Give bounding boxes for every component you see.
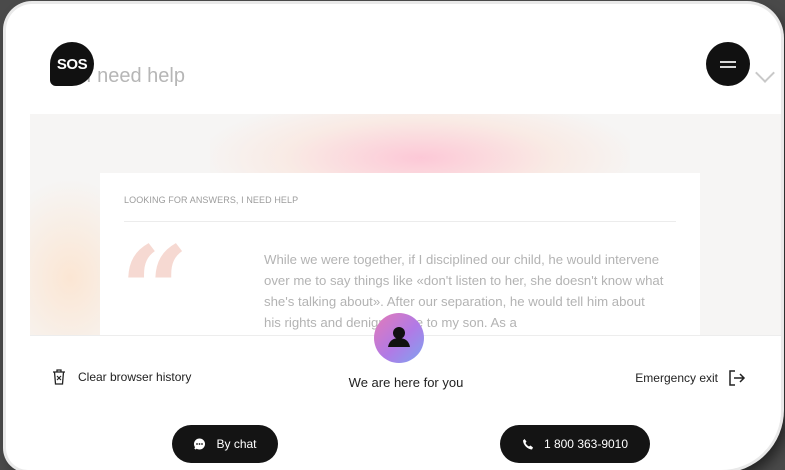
emergency-exit-button[interactable]: Emergency exit: [635, 369, 746, 387]
menu-icon: [720, 61, 736, 63]
chevron-down-icon[interactable]: [755, 63, 775, 83]
testimonial-text: While we were together, if I disciplined…: [264, 252, 664, 330]
avatar[interactable]: [374, 313, 424, 363]
chat-button-label: By chat: [216, 437, 257, 451]
page: I need help LOOKING FOR ANSWERS, I NEED …: [30, 28, 781, 468]
emergency-exit-label: Emergency exit: [635, 371, 718, 385]
phone-button-label: 1 800 363-9010: [543, 437, 629, 451]
phone-button[interactable]: 1 800 363-9010: [500, 425, 650, 463]
header: I need help: [30, 28, 781, 114]
sos-logo[interactable]: SOS: [50, 42, 94, 86]
user-icon: [388, 327, 410, 347]
page-title: I need help: [86, 65, 185, 87]
card-kicker: LOOKING FOR ANSWERS, I NEED HELP: [124, 195, 299, 205]
chat-button[interactable]: By chat: [172, 425, 278, 463]
chat-icon: [194, 438, 206, 450]
browser-frame: I need help LOOKING FOR ANSWERS, I NEED …: [6, 4, 781, 470]
exit-icon: [729, 370, 746, 386]
phone-icon: [522, 439, 533, 450]
quote-mark: “: [120, 220, 190, 361]
menu-button[interactable]: [706, 42, 750, 86]
menu-icon-line: [720, 66, 736, 68]
divider: [124, 221, 676, 222]
